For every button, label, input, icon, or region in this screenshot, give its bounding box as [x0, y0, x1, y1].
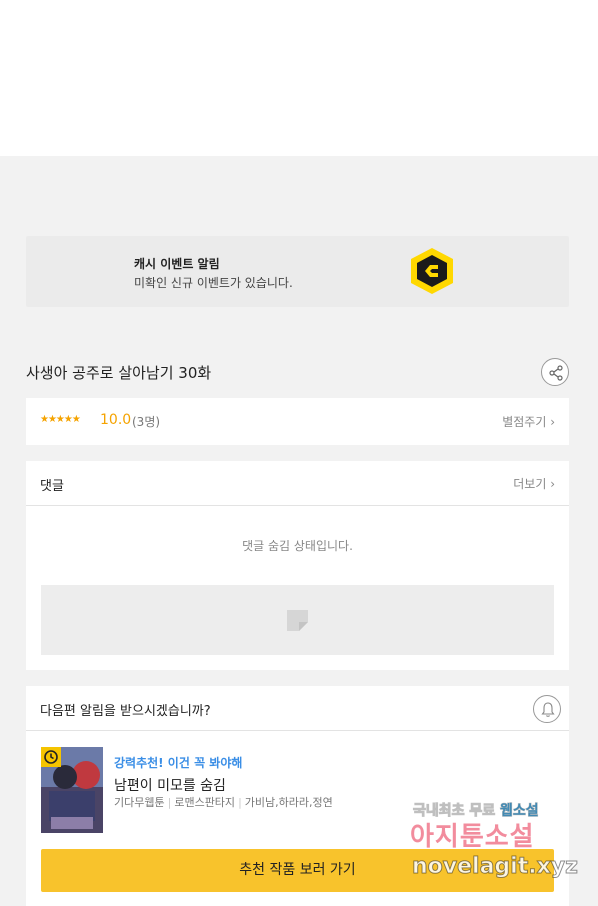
notify-bell-button[interactable] — [533, 695, 561, 723]
genre-item: 로맨스판타지 — [174, 796, 236, 809]
notify-question: 다음편 알림을 받으시겠습니까? — [40, 704, 211, 719]
rating-value: 10.0 — [100, 412, 132, 428]
episode-title: 사생아 공주로 살아남기 30화 — [26, 364, 212, 382]
rating-stars: ★★★★★ — [40, 414, 81, 425]
cash-event-description: 미확인 신규 이벤트가 있습니다. — [134, 276, 293, 290]
content-top-area — [0, 0, 598, 156]
divider: | — [238, 796, 242, 809]
recommended-work-genres: 기다무웹툰 | 로맨스판타지 | 가비남,하라라,정연 — [114, 794, 333, 810]
genre-item: 기다무웹툰 — [114, 796, 165, 809]
share-icon — [549, 365, 563, 381]
cash-event-banner[interactable]: 캐시 이벤트 알림 미확인 신규 이벤트가 있습니다. — [26, 236, 569, 307]
rating-card: ★★★★★ 10.0 (3명) 별점주기 › — [26, 398, 569, 445]
recommendation-tag: 강력추천! 이건 꼭 봐야해 — [114, 756, 243, 770]
comment-header: 댓글 더보기 › — [26, 461, 569, 506]
share-button[interactable] — [541, 358, 569, 386]
go-to-recommendation-button[interactable]: 추천 작품 보러 가기 — [41, 849, 554, 892]
comment-hidden-message: 댓글 숨김 상태입니다. — [242, 539, 353, 553]
comment-card: 댓글 더보기 › 댓글 숨김 상태입니다. — [26, 461, 569, 670]
rating-count: (3명) — [132, 415, 161, 429]
clock-icon — [44, 750, 58, 764]
next-episode-notify-card: 다음편 알림을 받으시겠습니까? 강력추천! 이건 꼭 봐야해 남편이 미모를 … — [26, 686, 569, 906]
image-placeholder-icon — [287, 610, 308, 631]
cash-coin-icon — [411, 248, 453, 294]
comment-placeholder — [41, 585, 554, 655]
bell-icon — [541, 702, 555, 717]
more-comments-link[interactable]: 더보기 › — [513, 475, 555, 492]
cash-event-title: 캐시 이벤트 알림 — [134, 257, 220, 271]
comment-label: 댓글 — [40, 479, 64, 494]
recommended-work-title[interactable]: 남편이 미모를 숨김 — [114, 775, 226, 795]
divider: | — [167, 796, 172, 809]
recommended-work-thumbnail[interactable] — [41, 747, 103, 833]
rate-link[interactable]: 별점주기 › — [502, 413, 555, 430]
notify-header: 다음편 알림을 받으시겠습니까? — [26, 686, 569, 731]
wait-free-badge — [41, 747, 61, 767]
author-list: 가비남,하라라,정연 — [244, 796, 333, 809]
